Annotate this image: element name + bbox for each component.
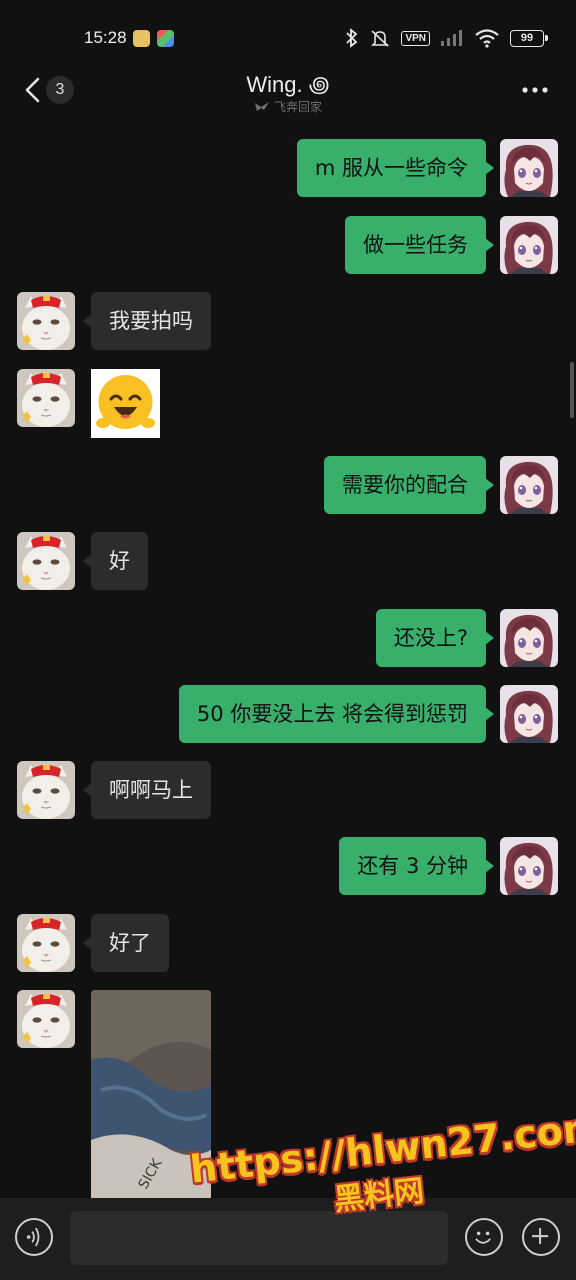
status-bar: 15:28 VPN 99	[0, 0, 576, 70]
my-avatar[interactable]	[500, 609, 558, 667]
incoming-message-bubble[interactable]: 啊啊马上	[83, 761, 211, 819]
incoming-message-bubble[interactable]: 我要拍吗	[83, 292, 211, 350]
outgoing-message-bubble[interactable]: 50 你要没上去 将会得到惩罚	[178, 685, 495, 743]
outgoing-message-bubble[interactable]: 还没上?	[375, 609, 495, 667]
scrollbar[interactable]	[570, 362, 574, 418]
bird-icon	[254, 102, 269, 111]
my-avatar[interactable]	[500, 685, 558, 743]
smiling-face-sticker[interactable]	[91, 369, 160, 438]
message-list[interactable]: m 服从一些命令 做一些任务 我要拍吗 需要你的配合 好 还没上? 50 你要没…	[0, 124, 576, 1198]
status-icons: VPN 99	[345, 26, 548, 50]
contact-avatar[interactable]	[17, 532, 75, 590]
voice-input-icon[interactable]	[15, 1218, 53, 1256]
chat-status-text: 飞奔回家	[0, 98, 576, 115]
contact-avatar[interactable]	[17, 292, 75, 350]
outgoing-message-bubble[interactable]: 需要你的配合	[324, 456, 494, 514]
vpn-icon: VPN	[401, 30, 430, 46]
chat-status-label: 飞奔回家	[273, 100, 322, 114]
status-time: 15:28	[84, 28, 127, 47]
my-avatar[interactable]	[500, 456, 558, 514]
battery-icon: 99	[510, 29, 548, 47]
wifi-icon	[475, 29, 499, 48]
outgoing-message-bubble[interactable]: 还有 3 分钟	[339, 837, 494, 895]
bluetooth-icon	[346, 28, 358, 48]
contact-avatar[interactable]	[17, 369, 75, 427]
contact-avatar[interactable]	[17, 914, 75, 972]
signal-icon	[441, 30, 462, 46]
outgoing-message-bubble[interactable]: 做一些任务	[345, 216, 494, 274]
chat-title[interactable]: Wing. ꩜	[0, 67, 576, 100]
my-avatar[interactable]	[500, 139, 558, 197]
my-avatar[interactable]	[500, 216, 558, 274]
mute-icon	[371, 30, 390, 47]
outgoing-message-bubble[interactable]: m 服从一些命令	[296, 139, 495, 197]
more-options-icon[interactable]	[520, 76, 550, 104]
contact-avatar[interactable]	[17, 990, 75, 1048]
incoming-message-bubble[interactable]: 好	[83, 532, 148, 590]
notification-app-icon	[157, 30, 174, 47]
incoming-message-bubble[interactable]: 好了	[83, 914, 169, 972]
my-avatar[interactable]	[500, 837, 558, 895]
chat-header: 3 Wing. ꩜ 飞奔回家	[0, 62, 576, 124]
contact-avatar[interactable]	[17, 761, 75, 819]
notification-app-icon	[133, 30, 150, 47]
